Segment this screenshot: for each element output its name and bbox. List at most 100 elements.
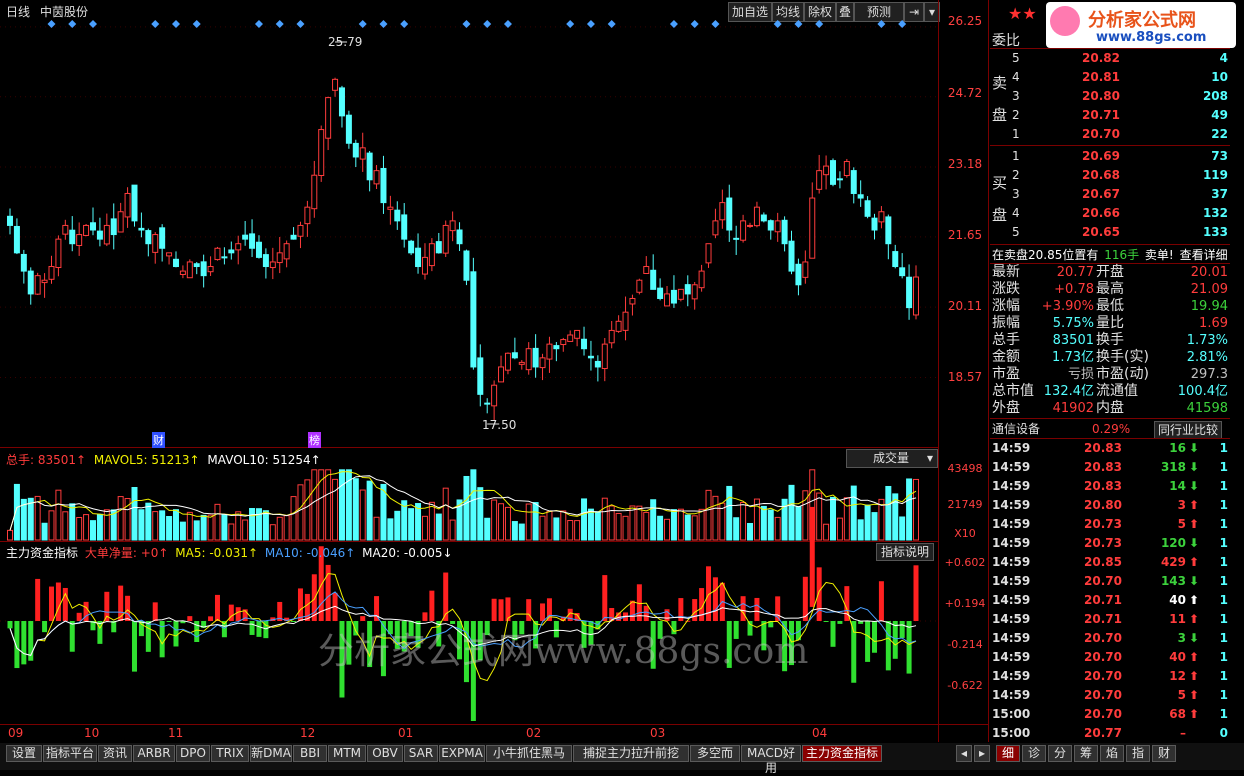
bid-level: 1	[1012, 149, 1020, 163]
arrow-up-icon: ⬆	[1188, 650, 1200, 664]
price-tick: 21.65	[947, 228, 983, 242]
indicator-tab[interactable]: BBI	[293, 745, 327, 762]
stat-value: +3.90%	[1041, 299, 1094, 314]
stat-label: 量比	[1096, 315, 1124, 331]
ask-level-row[interactable]: 5 20.82 4	[990, 49, 1230, 68]
volume-bar	[871, 512, 878, 541]
indicator-tab[interactable]: 设置	[6, 745, 42, 762]
signal-diamond	[151, 20, 160, 28]
order-notice[interactable]: 在卖盘20.85位置有 116手 卖单! 查看详细	[992, 246, 1232, 263]
tick-row[interactable]: 14:59 20.83 318 ⬇ 1	[990, 458, 1230, 477]
stat-value: +0.78	[1054, 282, 1094, 297]
candle-body	[477, 357, 484, 395]
volume-bar	[421, 515, 428, 541]
notice-text: 在卖盘20.85位置有	[992, 248, 1099, 262]
volume-legend: 总手: 83501↑ MAVOL5: 51213↑ MAVOL10: 51254…	[6, 451, 321, 468]
volume-bar	[484, 517, 491, 541]
tick-row[interactable]: 14:59 20.70 143 ⬇ 1	[990, 572, 1230, 591]
indicator-tabbar: 设置 指标平台 资讯 ARBR DPO TRIX 新DMA BBI MTM OBV SAR EXPMA…	[0, 743, 1244, 775]
tick-row[interactable]: 14:59 20.73 120 ⬇ 1	[990, 534, 1230, 553]
indicator-tab[interactable]: DPO	[176, 745, 210, 762]
ask-level-row[interactable]: 2 20.71 49	[990, 106, 1230, 125]
finance-marker[interactable]: 财	[152, 432, 165, 448]
indicator-tab[interactable]: 主力资金指标	[802, 745, 882, 762]
tick-count: 1	[1219, 460, 1228, 474]
quote-tab[interactable]: 诊	[1022, 745, 1046, 762]
indicator-tab[interactable]: 小牛抓住黑马	[486, 745, 572, 762]
notice-detail-link[interactable]: 查看详细	[1180, 248, 1228, 262]
bid-level-row[interactable]: 2 20.68 119	[990, 166, 1230, 185]
stat-value: 1.69	[1199, 316, 1228, 331]
tick-time: 14:59	[992, 631, 1031, 645]
ask-level-row[interactable]: 3 20.80 208	[990, 87, 1230, 106]
tick-row[interactable]: 14:59 20.70 40 ⬆ 1	[990, 648, 1230, 667]
indicator-tab[interactable]: SAR	[404, 745, 438, 762]
indicator-tab[interactable]: MTM	[328, 745, 366, 762]
sector-row[interactable]: 通信设备 0.29% 同行业比较	[990, 420, 1230, 439]
volume-bar	[449, 519, 456, 541]
indicator-tab[interactable]: OBV	[367, 745, 403, 762]
indicator-help-button[interactable]: 指标说明	[876, 543, 934, 561]
tick-row[interactable]: 15:00 20.70 68 ⬆ 1	[990, 705, 1230, 724]
ask-price: 20.71	[1082, 108, 1120, 122]
quote-tab[interactable]: 筹	[1074, 745, 1098, 762]
candle-body	[491, 384, 498, 407]
signal-diamond	[669, 20, 678, 28]
tick-row[interactable]: 14:59 20.70 5 ⬆ 1	[990, 686, 1230, 705]
volume-bar	[311, 469, 318, 541]
bid-level-row[interactable]: 3 20.67 37	[990, 185, 1230, 204]
fund-bar	[249, 621, 255, 635]
indicator-tab[interactable]: 资讯	[98, 745, 132, 762]
volume-bar	[906, 478, 913, 541]
industry-compare-button[interactable]: 同行业比较	[1154, 421, 1222, 439]
indicator-tab[interactable]: 指标平台	[43, 745, 97, 762]
tick-row[interactable]: 14:59 20.71 40 ⬆ 1	[990, 591, 1230, 610]
indicator-select[interactable]: 成交量 ▾	[846, 449, 938, 468]
tick-volume: 318	[1160, 460, 1186, 474]
quote-tab[interactable]: 财	[1152, 745, 1176, 762]
quote-tab[interactable]: 分	[1048, 745, 1072, 762]
quote-tab[interactable]: 焰	[1100, 745, 1124, 762]
stat-label: 最高	[1096, 281, 1124, 297]
volume-bar	[283, 515, 290, 541]
bid-level-row[interactable]: 4 20.66 132	[990, 204, 1230, 223]
fund-bar	[837, 621, 843, 624]
indicator-tab[interactable]: 新DMA	[250, 745, 292, 762]
tick-row[interactable]: 14:59 20.83 16 ⬇ 1	[990, 439, 1230, 458]
tab-scroll-left-icon[interactable]: ◂	[956, 745, 972, 762]
tick-row[interactable]: 14:59 20.71 11 ⬆ 1	[990, 610, 1230, 629]
bid-level-row[interactable]: 1 20.69 73	[990, 147, 1230, 166]
fund-bar	[526, 599, 532, 621]
indicator-tab[interactable]: MACD好用	[741, 745, 801, 775]
rank-marker[interactable]: 榜	[308, 432, 321, 448]
candle-body	[193, 263, 200, 268]
indicator-tab[interactable]: ARBR	[133, 745, 175, 762]
tick-row[interactable]: 14:59 20.80 3 ⬆ 1	[990, 496, 1230, 515]
tick-row[interactable]: 14:59 20.83 14 ⬇ 1	[990, 477, 1230, 496]
candle-body	[802, 261, 809, 278]
volume-bar	[325, 469, 332, 541]
bid-level-row[interactable]: 5 20.65 133	[990, 223, 1230, 242]
tick-volume: 5	[1177, 688, 1186, 702]
indicator-tab[interactable]: TRIX	[211, 745, 249, 762]
indicator-tab[interactable]: 捕捉主力拉升前挖	[573, 745, 689, 762]
quote-tab[interactable]: 指	[1126, 745, 1150, 762]
quote-tab[interactable]: 细	[996, 745, 1020, 762]
ask-level-row[interactable]: 4 20.81 10	[990, 68, 1230, 87]
volume-bar	[159, 510, 166, 541]
tab-scroll-right-icon[interactable]: ▸	[974, 745, 990, 762]
ask-level-row[interactable]: 1 20.70 22	[990, 125, 1230, 144]
tick-row[interactable]: 15:00 20.77 – 0	[990, 724, 1230, 743]
tick-price: 20.71	[1084, 593, 1122, 607]
tick-row[interactable]: 14:59 20.73 5 ⬆ 1	[990, 515, 1230, 534]
indicator-tab[interactable]: 多空而	[690, 745, 740, 762]
divider	[990, 244, 1230, 245]
volume-bar	[359, 489, 366, 541]
indicator-tab[interactable]: EXPMA	[439, 745, 485, 762]
fund-bar	[235, 607, 241, 621]
candle-body	[843, 161, 850, 177]
tick-row[interactable]: 14:59 20.70 12 ⬆ 1	[990, 667, 1230, 686]
volume-bar	[581, 498, 588, 541]
tick-row[interactable]: 14:59 20.70 3 ⬇ 1	[990, 629, 1230, 648]
tick-row[interactable]: 14:59 20.85 429 ⬆ 1	[990, 553, 1230, 572]
